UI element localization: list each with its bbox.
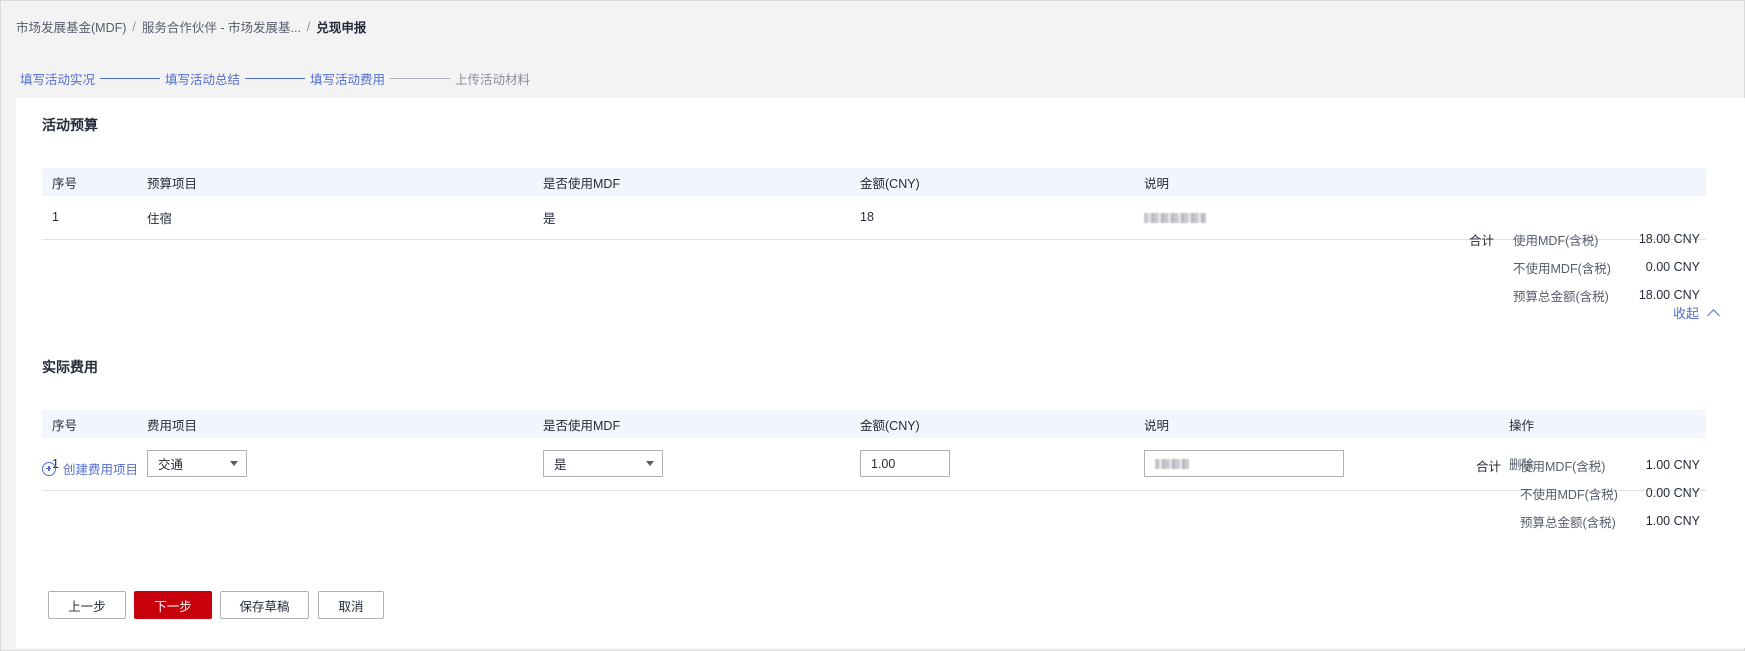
- breadcrumb-mdf[interactable]: 市场发展基金(MDF): [16, 17, 126, 36]
- table-row: 1 住宿 是 18: [42, 196, 1706, 240]
- description-input[interactable]: [1144, 450, 1344, 478]
- column-header: 序号: [42, 168, 137, 196]
- step-connector: [100, 78, 161, 79]
- caret-down-icon: [646, 461, 654, 467]
- cell-amount: 1.00: [850, 438, 1134, 491]
- column-header: 金额(CNY): [850, 168, 1134, 196]
- breadcrumb-current: 兑现申报: [316, 21, 367, 35]
- column-header: 序号: [42, 410, 137, 438]
- amount-value: 1.00: [871, 456, 896, 471]
- cell-budget-item: 住宿: [137, 196, 533, 240]
- cell-use-mdf: 是: [533, 438, 850, 491]
- redacted-text: [1144, 212, 1206, 223]
- summary-total-label: 合计: [1476, 459, 1502, 474]
- chevron-up-icon: [1707, 308, 1720, 322]
- main-card: 活动预算 序号 预算项目 是否使用MDF 金额(CNY) 说明 1 住宿 是 1…: [16, 98, 1745, 648]
- collapse-toggle[interactable]: 收起: [1672, 303, 1720, 322]
- step-4: 上传活动材料: [455, 73, 531, 87]
- summary-label: 使用MDF(含税): [1513, 233, 1599, 248]
- summary-label: 使用MDF(含税): [1520, 459, 1606, 474]
- budget-summary: 合计 使用MDF(含税) 18.00 CNY 不使用MDF(含税) 0.00 C…: [1469, 225, 1700, 309]
- prev-step-button[interactable]: 上一步: [48, 591, 126, 619]
- breadcrumb-partner[interactable]: 服务合作伙伴 - 市场发展基...: [142, 17, 301, 36]
- collapse-label: 收起: [1672, 306, 1699, 321]
- page-frame: 市场发展基金(MDF) / 服务合作伙伴 - 市场发展基... / 兑现申报 填…: [0, 0, 1745, 651]
- summary-value: 1.00 CNY: [1645, 514, 1700, 528]
- summary-value: 0.00 CNY: [1645, 486, 1700, 500]
- summary-value: 18.00 CNY: [1638, 232, 1700, 246]
- summary-label: 不使用MDF(含税): [1513, 261, 1611, 276]
- summary-value: 0.00 CNY: [1645, 260, 1700, 274]
- budget-table: 序号 预算项目 是否使用MDF 金额(CNY) 说明 1 住宿 是 18: [42, 168, 1706, 240]
- column-header: 说明: [1134, 168, 1706, 196]
- breadcrumb: 市场发展基金(MDF) / 服务合作伙伴 - 市场发展基... / 兑现申报: [16, 17, 366, 36]
- cell-use-mdf: 是: [533, 196, 850, 240]
- column-header: 说明: [1134, 410, 1499, 438]
- summary-label: 预算总金额(含税): [1520, 515, 1616, 530]
- save-draft-button[interactable]: 保存草稿: [220, 591, 309, 619]
- actual-table-header: 序号 费用项目 是否使用MDF 金额(CNY) 说明 操作: [42, 410, 1706, 438]
- summary-label: 预算总金额(含税): [1513, 289, 1609, 304]
- cancel-button[interactable]: 取消: [318, 591, 384, 619]
- redacted-text: [1155, 458, 1189, 469]
- use-mdf-select[interactable]: 是: [543, 450, 663, 478]
- summary-total-label: 合计: [1469, 233, 1495, 248]
- create-cost-item-button[interactable]: 创建费用项目: [42, 459, 138, 478]
- cell-description: [1134, 438, 1499, 491]
- cell-cost-item: 交通: [137, 438, 533, 491]
- column-header: 是否使用MDF: [533, 410, 850, 438]
- column-header: 费用项目: [137, 410, 533, 438]
- create-cost-item-label: 创建费用项目: [63, 463, 139, 477]
- cell-amount: 18: [850, 196, 1134, 240]
- summary-value: 18.00 CNY: [1638, 288, 1700, 302]
- summary-label: 不使用MDF(含税): [1520, 487, 1618, 502]
- next-step-button[interactable]: 下一步: [134, 591, 212, 619]
- table-row: 1 交通 是 1.00 删除: [42, 438, 1706, 491]
- add-circle-icon: [42, 461, 56, 476]
- cost-item-value: 交通: [158, 458, 184, 473]
- step-indicator: 填写活动实况 填写活动总结 填写活动费用 上传活动材料: [20, 69, 530, 88]
- budget-section-title: 活动预算: [42, 117, 98, 133]
- breadcrumb-separator: /: [132, 19, 136, 34]
- column-header: 操作: [1499, 410, 1706, 438]
- column-header: 预算项目: [137, 168, 533, 196]
- cell-index: 1: [42, 196, 137, 240]
- amount-input[interactable]: 1.00: [860, 450, 950, 478]
- caret-down-icon: [230, 461, 238, 467]
- step-2[interactable]: 填写活动总结: [165, 69, 240, 88]
- cost-item-select[interactable]: 交通: [147, 450, 247, 478]
- budget-table-header: 序号 预算项目 是否使用MDF 金额(CNY) 说明: [42, 168, 1706, 196]
- column-header: 是否使用MDF: [533, 168, 850, 196]
- actual-section-title: 实际费用: [42, 359, 98, 375]
- step-1[interactable]: 填写活动实况: [20, 69, 95, 88]
- step-connector: [245, 78, 306, 79]
- use-mdf-value: 是: [554, 458, 567, 473]
- column-header: 金额(CNY): [850, 410, 1134, 438]
- step-3[interactable]: 填写活动费用: [310, 69, 385, 88]
- breadcrumb-separator: /: [306, 19, 311, 34]
- actual-summary: 合计 使用MDF(含税) 1.00 CNY 不使用MDF(含税) 0.00 CN…: [1476, 451, 1700, 535]
- summary-value: 1.00 CNY: [1645, 458, 1700, 472]
- actual-cost-table: 序号 费用项目 是否使用MDF 金额(CNY) 说明 操作 1 交通 是 1.0…: [42, 410, 1706, 491]
- step-connector: [390, 78, 451, 79]
